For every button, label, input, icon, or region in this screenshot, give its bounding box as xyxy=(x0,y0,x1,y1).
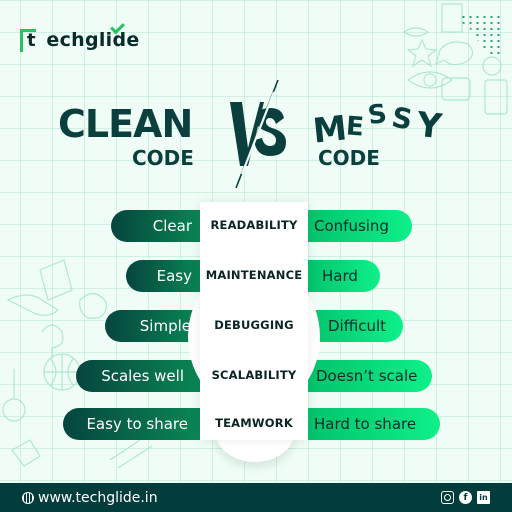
messy-value: Hard xyxy=(322,267,358,285)
social-links: f in xyxy=(441,491,490,504)
linkedin-icon[interactable]: in xyxy=(477,491,490,504)
aspect-label-debugging: DEBUGGING xyxy=(214,318,294,332)
messy-value: Confusing xyxy=(314,217,389,235)
messy-letter: E xyxy=(344,111,365,143)
clean-value: Easy xyxy=(156,267,192,285)
vs-badge xyxy=(230,79,286,189)
messy-pill-readability: Confusing xyxy=(302,210,412,242)
clean-subtitle: CODE xyxy=(132,146,194,170)
messy-subtitle: CODE xyxy=(318,146,380,170)
messy-value: Doesn’t scale xyxy=(316,367,418,385)
footer: www.techglide.in f in xyxy=(0,483,512,512)
messy-pill-maintenance: Hard xyxy=(302,260,380,292)
aspect-label-scalability: SCALABILITY xyxy=(211,368,297,382)
clean-title: CLEAN xyxy=(58,102,193,146)
messy-letter: Y xyxy=(414,104,444,148)
clean-value: Easy to share xyxy=(86,415,188,433)
clean-value: Clear xyxy=(152,217,192,235)
messy-pill-scalability: Doesn’t scale xyxy=(302,360,432,392)
clean-pill-teamwork: Easy to share xyxy=(63,408,206,440)
facebook-icon[interactable]: f xyxy=(459,491,472,504)
logo[interactable]: t techglide xyxy=(20,19,140,53)
messy-pill-teamwork: Hard to share xyxy=(302,408,440,440)
website-link[interactable]: www.techglide.in xyxy=(22,490,158,506)
logo-text-rest: echglide xyxy=(46,29,140,51)
logo-text: techglide xyxy=(37,19,140,51)
aspect-label-teamwork: TEAMWORK xyxy=(215,416,293,430)
clean-pill-scalability: Scales well xyxy=(76,360,206,392)
logo-bracket-icon: t xyxy=(20,28,36,52)
globe-icon xyxy=(22,491,34,504)
instagram-icon[interactable] xyxy=(441,491,454,504)
clean-pill-maintenance: Easy xyxy=(126,260,206,292)
messy-letter: S xyxy=(366,98,389,132)
messy-value: Hard to share xyxy=(314,415,417,433)
messy-value: Difficult xyxy=(328,317,387,335)
aspect-label-maintenance: MAINTENANCE xyxy=(205,268,303,282)
clean-value: Simple xyxy=(139,317,191,335)
clean-value: Scales well xyxy=(101,367,184,385)
website-url: www.techglide.in xyxy=(38,489,158,506)
vs-slash-gap xyxy=(240,91,276,175)
logo-letter: t xyxy=(27,29,36,51)
clean-pill-readability: Clear xyxy=(111,210,206,242)
aspect-label-readability: READABILITY xyxy=(210,218,298,232)
